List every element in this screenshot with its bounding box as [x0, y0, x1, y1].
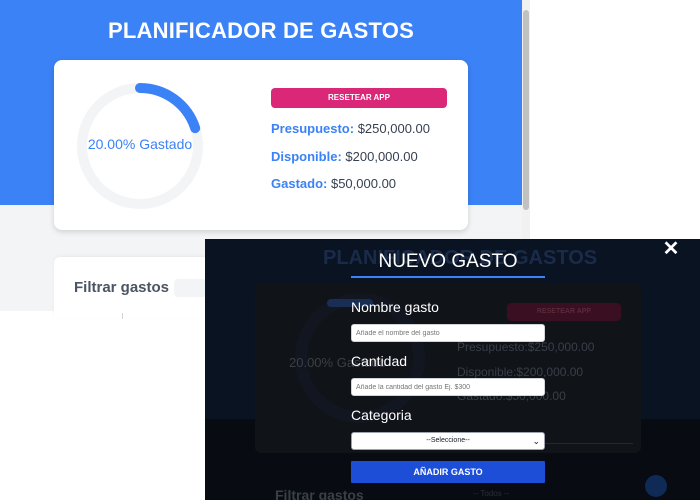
overlay-stat-budget-value: $250,000.00 [527, 340, 595, 354]
close-icon[interactable]: ✕ [662, 239, 680, 259]
add-expense-button[interactable]: AÑADIR GASTO [351, 461, 545, 483]
overlay-filter-select: -- Todos -- [473, 489, 510, 498]
modal-title-underline [351, 276, 545, 278]
overlay-stat-available-label: Disponible: [457, 365, 517, 379]
quantity-label: Cantidad [351, 353, 408, 369]
progress-ring: 20.00% Gastado [72, 78, 208, 214]
divider-tick [122, 313, 123, 319]
overlay-add-button [645, 475, 667, 497]
name-label: Nombre gasto [351, 299, 439, 315]
stat-budget-value: $250,000.00 [357, 121, 430, 136]
category-select[interactable]: --Seleccione-- ⌄ [351, 432, 545, 450]
stat-budget-label: Presupuesto: [271, 121, 355, 136]
overlay-stat-available: Disponible:$200,000.00 [457, 365, 583, 379]
overlay-filter-label: Filtrar gastos [275, 487, 364, 500]
overlay-budget-card: 20.00% Gastado RESETEAR APP Presupuesto:… [255, 283, 641, 453]
stat-spent-label: Gastado: [271, 176, 328, 191]
progress-label: 20.00% Gastado [87, 136, 193, 152]
reset-app-button[interactable]: RESETEAR APP [271, 88, 447, 108]
overlay-reset-button: RESETEAR APP [507, 303, 621, 321]
stat-available-value: $200,000.00 [345, 149, 418, 164]
modal-title: NUEVO GASTO [378, 251, 518, 272]
category-select-value: --Seleccione-- [426, 437, 470, 444]
stat-spent-value: $50,000.00 [330, 176, 397, 191]
overlay-stat-budget: Presupuesto:$250,000.00 [457, 340, 594, 354]
stat-available: Disponible: $200,000.00 [271, 149, 418, 164]
filter-label: Filtrar gastos [74, 279, 170, 296]
chevron-down-icon: ⌄ [532, 436, 540, 446]
overlay-stat-available-value: $200,000.00 [516, 365, 584, 379]
stat-spent: Gastado: $50,000.00 [271, 176, 396, 191]
expense-quantity-input[interactable] [351, 378, 545, 396]
budget-card: 20.00% Gastado RESETEAR APP Presupuesto:… [54, 60, 468, 230]
overlay-stat-budget-label: Presupuesto: [457, 340, 528, 354]
stat-available-label: Disponible: [271, 149, 342, 164]
scrollbar-thumb[interactable] [523, 10, 529, 210]
expense-name-input[interactable] [351, 324, 545, 342]
category-label: Categoria [351, 407, 412, 423]
stat-budget: Presupuesto: $250,000.00 [271, 121, 430, 136]
app-title: PLANIFICADOR DE GASTOS [108, 18, 414, 43]
